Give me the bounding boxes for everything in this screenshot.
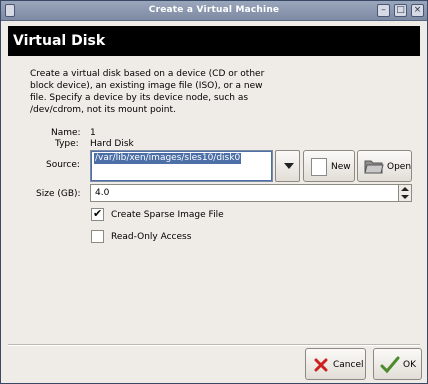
sparse-image-checkbox[interactable]: ✔: [91, 207, 104, 221]
title-bar[interactable]: Create a Virtual Machine – □ ×: [1, 1, 427, 21]
red-x-icon: [314, 358, 328, 372]
close-button[interactable]: ×: [411, 4, 424, 17]
source-input-value: /var/lib/xen/images/sles10/disk0: [94, 153, 242, 164]
new-button[interactable]: New: [303, 150, 355, 182]
read-only-checkbox[interactable]: [91, 230, 104, 243]
name-label: Name:: [51, 128, 81, 138]
header-banner: Virtual Disk: [8, 26, 420, 56]
minimize-button[interactable]: –: [377, 4, 390, 17]
divider: [8, 344, 420, 346]
source-label: Source:: [46, 160, 80, 170]
checkmark-icon: ✔: [93, 207, 103, 220]
description-text: Create a virtual disk based on a device …: [30, 69, 265, 115]
chevron-down-icon: [284, 163, 294, 169]
page-title: Virtual Disk: [13, 33, 106, 49]
read-only-label: Read-Only Access: [111, 232, 192, 242]
sparse-image-label: Create Sparse Image File: [111, 210, 224, 220]
window-title: Create a Virtual Machine: [148, 5, 280, 15]
ok-button[interactable]: OK: [373, 348, 422, 380]
cancel-button-label: Cancel: [333, 360, 364, 370]
open-button-label: Open: [387, 162, 412, 172]
name-value: 1: [90, 128, 96, 138]
dialog-window: Create a Virtual Machine – □ × Virtual D…: [0, 0, 428, 384]
new-document-icon: [311, 158, 327, 176]
cancel-button[interactable]: Cancel: [305, 348, 366, 380]
type-value: Hard Disk: [90, 139, 134, 149]
maximize-icon: □: [396, 5, 405, 15]
size-stepper-buttons[interactable]: [398, 185, 411, 201]
close-icon: ×: [413, 5, 422, 15]
type-label: Type:: [55, 139, 79, 149]
maximize-button[interactable]: □: [394, 4, 407, 17]
green-checkmark-icon: [380, 356, 400, 374]
size-value: 4.0: [95, 188, 110, 198]
minimize-icon: –: [381, 5, 386, 15]
decrement-arrow-icon[interactable]: [401, 195, 409, 199]
size-label: Size (GB):: [36, 189, 81, 199]
open-folder-icon: [364, 160, 384, 174]
new-button-label: New: [331, 162, 351, 172]
size-stepper[interactable]: 4.0: [90, 184, 412, 202]
source-input[interactable]: /var/lib/xen/images/sles10/disk0: [90, 150, 273, 182]
open-button[interactable]: Open: [357, 150, 412, 182]
increment-arrow-icon[interactable]: [401, 187, 409, 191]
ok-button-label: OK: [403, 360, 416, 370]
source-dropdown-button[interactable]: [275, 150, 300, 182]
